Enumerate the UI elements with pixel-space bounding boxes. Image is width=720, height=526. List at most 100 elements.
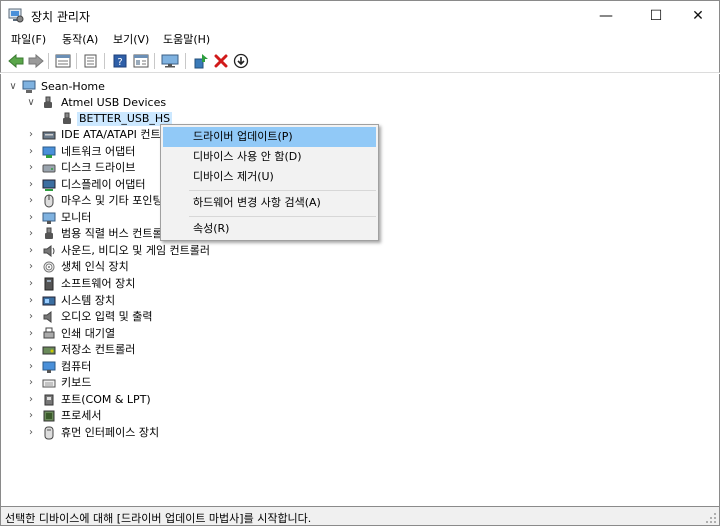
tree-category[interactable]: › 소프트웨어 장치 [1,276,719,292]
usb-device-icon [44,96,52,108]
window-title: 장치 관리자 [31,10,91,24]
tree-category[interactable]: › 키보드 [1,375,719,391]
context-menu-separator [189,190,376,191]
svg-text:?: ? [117,57,122,68]
storage-controller-icon [42,346,56,355]
minimize-button[interactable]: — [583,1,629,30]
device-manager-icon [8,8,24,23]
menu-action[interactable]: 동작(A) [62,31,98,47]
maximize-icon: ☐ [649,7,663,24]
monitor-button[interactable] [161,52,179,70]
tree-category-label: 오디오 입력 및 출력 [61,310,153,324]
expand-arrow-icon[interactable]: › [25,227,37,241]
forward-button[interactable] [27,52,45,70]
expand-arrow-icon[interactable]: › [25,310,37,324]
port-icon [44,394,54,406]
biometric-icon [43,261,55,273]
expand-arrow-icon[interactable]: › [25,178,37,192]
ide-controller-icon [42,131,56,140]
context-menu-separator [189,216,376,217]
tree-category[interactable]: › 시스템 장치 [1,293,719,309]
context-menu: 드라이버 업데이트(P) 디바이스 사용 안 함(D) 디바이스 제거(U) 하… [160,124,379,241]
help-icon: ? [113,54,127,68]
menu-file[interactable]: 파일(F) [11,31,46,47]
back-icon [8,54,24,68]
tree-category-label: 시스템 장치 [61,293,116,307]
expand-arrow-icon[interactable]: › [25,211,37,225]
expand-arrow-icon[interactable]: › [25,294,37,308]
tree-category-label: 휴먼 인터페이스 장치 [61,425,160,439]
tree-category-label: 모니터 [61,210,92,224]
expand-arrow-icon[interactable]: › [25,194,37,208]
update-driver-icon [194,54,208,69]
tree-category[interactable]: › 생체 인식 장치 [1,259,719,275]
back-button[interactable] [7,52,25,70]
tree-category-expanded[interactable]: ∨ Atmel USB Devices [1,95,719,111]
tree-category[interactable]: › 오디오 입력 및 출력 [1,309,719,325]
tree-category[interactable]: › 프로세서 [1,408,719,424]
context-menu-disable-device[interactable]: 디바이스 사용 안 함(D) [163,147,376,167]
list-button[interactable] [82,52,100,70]
tree-category[interactable]: › 포트(COM & LPT) [1,392,719,408]
monitor-icon [161,54,179,68]
tree-root[interactable]: ∨ Sean-Home [1,79,719,95]
expand-arrow-icon[interactable]: › [25,327,37,341]
toolbar-separator [154,53,155,69]
expand-arrow-icon[interactable]: › [25,277,37,291]
expand-arrow-icon[interactable]: › [25,376,37,390]
tree-category-label: Atmel USB Devices [61,96,167,109]
minimize-icon: — [599,7,613,24]
view-button[interactable] [132,52,150,70]
update-driver-button[interactable] [192,52,210,70]
tree-category-label: 소프트웨어 장치 [61,276,136,290]
maximize-button[interactable]: ☐ [633,1,679,30]
properties-button[interactable] [54,52,72,70]
disk-drive-icon [42,164,56,173]
expand-arrow-icon[interactable]: › [25,161,37,175]
tree-category[interactable]: › 사운드, 비디오 및 게임 컨트롤러 [1,243,719,259]
context-menu-update-driver[interactable]: 드라이버 업데이트(P) [163,127,376,147]
tree-category[interactable]: › 휴먼 인터페이스 장치 [1,425,719,441]
tree-category-label: 컴퓨터 [61,359,92,373]
collapse-arrow-icon[interactable]: ∨ [25,96,37,110]
expand-arrow-icon[interactable]: › [25,426,37,440]
toolbar-separator [48,53,49,69]
tree-category-label: 네트워크 어댑터 [61,144,136,158]
expand-arrow-icon[interactable]: › [25,145,37,159]
expand-arrow-icon[interactable]: › [25,409,37,423]
tree-category-label: 포트(COM & LPT) [61,392,151,406]
status-text: 선택한 디바이스에 대해 [드라이버 업데이트 마법사]를 시작합니다. [5,512,312,525]
help-button[interactable]: ? [111,52,129,70]
uninstall-button[interactable] [212,52,230,70]
hid-icon [44,426,54,440]
close-button[interactable]: ✕ [675,1,720,30]
collapse-arrow-icon[interactable]: ∨ [7,80,19,94]
status-bar: 선택한 디바이스에 대해 [드라이버 업데이트 마법사]를 시작합니다. [0,506,720,526]
toolbar-separator [76,53,77,69]
expand-arrow-icon[interactable]: › [25,393,37,407]
tree-category[interactable]: › 저장소 컨트롤러 [1,342,719,358]
context-menu-uninstall-device[interactable]: 디바이스 제거(U) [163,167,376,187]
menu-help[interactable]: 도움말(H) [163,31,210,47]
expand-arrow-icon[interactable]: › [25,244,37,258]
toolbar-separator [104,53,105,69]
toolbar: ? [0,49,720,73]
usb-controller-icon [45,227,53,240]
expand-arrow-icon[interactable]: › [25,128,37,142]
tree-category[interactable]: › 인쇄 대기열 [1,326,719,342]
keyboard-icon [42,379,56,388]
resize-grip-icon[interactable] [705,512,717,524]
expand-arrow-icon[interactable]: › [25,260,37,274]
context-menu-properties[interactable]: 속성(R) [163,219,376,239]
download-button[interactable] [232,52,250,70]
usb-device-icon [63,112,71,124]
tree-category-label: 키보드 [61,376,92,390]
menu-view[interactable]: 보기(V) [113,31,149,47]
expand-arrow-icon[interactable]: › [25,343,37,357]
expand-arrow-icon[interactable]: › [25,360,37,374]
tree-category-label: 디스크 드라이브 [61,161,136,175]
tree-category[interactable]: › 컴퓨터 [1,359,719,375]
system-device-icon [42,296,56,305]
context-menu-scan-hardware[interactable]: 하드웨어 변경 사항 검색(A) [163,193,376,213]
audio-io-icon [43,311,52,324]
